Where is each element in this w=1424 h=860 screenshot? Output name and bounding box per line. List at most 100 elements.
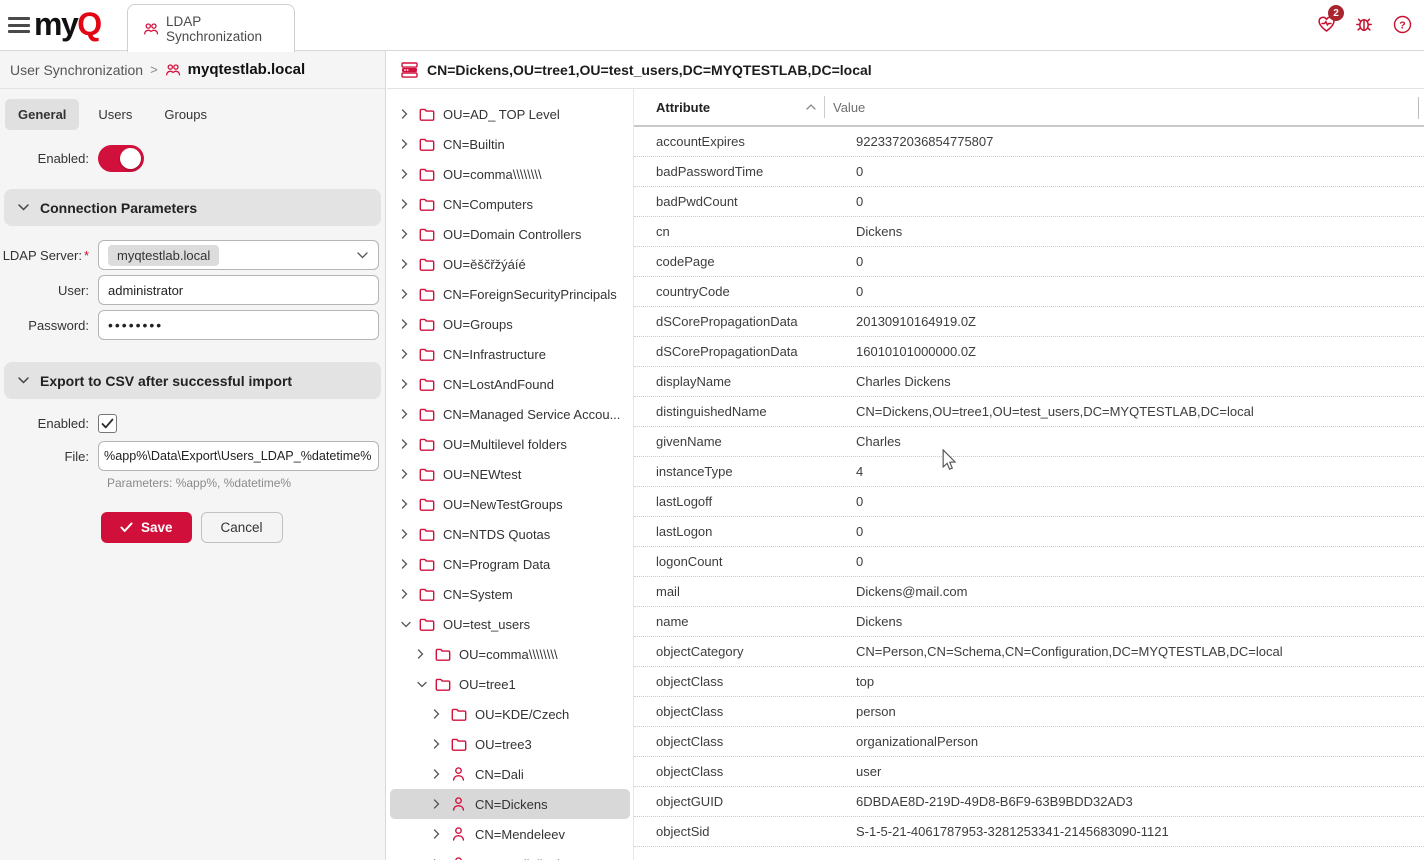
chevron-right-icon[interactable] (401, 499, 412, 509)
save-button[interactable]: Save (101, 512, 192, 543)
folder-icon (419, 167, 436, 182)
tree-node[interactable]: CN=Managed Service Accou... (390, 399, 630, 429)
sort-ascending-icon[interactable] (806, 104, 816, 110)
attribute-row: dSCorePropagationData20130910164919.0Z (634, 307, 1424, 337)
attribute-name-cell: objectGUID (634, 794, 828, 809)
tree-node[interactable]: CN=NTDS Quotas (390, 519, 630, 549)
chevron-down-icon[interactable] (417, 681, 428, 688)
help-icon[interactable]: ? (1390, 12, 1414, 36)
attribute-row: objectClassorganizationalPerson (634, 727, 1424, 757)
column-header-attribute[interactable]: Attribute (634, 100, 806, 115)
tab-ldap-synchronization[interactable]: LDAP Synchronization (127, 4, 295, 52)
health-heart-icon[interactable]: 2 (1314, 12, 1338, 36)
chevron-right-icon[interactable] (401, 319, 412, 329)
attribute-name-cell: distinguishedName (634, 404, 828, 419)
chevron-right-icon[interactable] (401, 409, 412, 419)
attribute-row: logonCount0 (634, 547, 1424, 577)
tree-node-label: OU=tree1 (459, 677, 516, 692)
chevron-right-icon[interactable] (401, 379, 412, 389)
tree-node[interactable]: CN=Modigliani (390, 849, 630, 860)
attribute-table: Attribute Value accountExpires9223372036… (633, 89, 1424, 860)
section-export-csv[interactable]: Export to CSV after successful import (4, 362, 381, 399)
chevron-right-icon[interactable] (417, 649, 428, 659)
hamburger-menu-icon[interactable] (8, 17, 30, 33)
chevron-down-icon[interactable] (401, 621, 412, 628)
tree-node[interactable]: OU=Groups (390, 309, 630, 339)
chevron-right-icon[interactable] (401, 199, 412, 209)
password-label: Password: (0, 318, 98, 333)
tree-node[interactable]: OU=ěščřžýáíé (390, 249, 630, 279)
chevron-right-icon[interactable] (401, 229, 412, 239)
file-input[interactable]: %app%\Data\Export\Users_LDAP_%datetime% (98, 441, 379, 471)
tree-node[interactable]: OU=NewTestGroups (390, 489, 630, 519)
chevron-right-icon[interactable] (401, 529, 412, 539)
chevron-right-icon[interactable] (401, 559, 412, 569)
attribute-value-cell: person (828, 704, 1424, 719)
tree-node[interactable]: OU=Domain Controllers (390, 219, 630, 249)
attribute-name-cell: logonCount (634, 554, 828, 569)
chevron-right-icon[interactable] (401, 349, 412, 359)
attribute-name-cell: badPasswordTime (634, 164, 828, 179)
tree-node[interactable]: OU=comma\\\\\\\\ (390, 639, 630, 669)
folder-icon (419, 137, 436, 152)
tab-groups[interactable]: Groups (151, 99, 220, 130)
tree-node[interactable]: CN=ForeignSecurityPrincipals (390, 279, 630, 309)
attribute-value-cell: 0 (828, 164, 1424, 179)
chevron-down-icon (357, 252, 368, 259)
tree-node[interactable]: CN=Dickens (390, 789, 630, 819)
tree-node[interactable]: OU=tree1 (390, 669, 630, 699)
password-input[interactable]: •••••••• (98, 310, 379, 340)
chevron-right-icon[interactable] (401, 589, 412, 599)
cancel-button[interactable]: Cancel (201, 512, 283, 543)
chevron-right-icon[interactable] (401, 259, 412, 269)
notification-badge: 2 (1328, 5, 1344, 21)
file-parameters-hint: Parameters: %app%, %datetime% (107, 476, 385, 490)
enabled-toggle[interactable] (98, 145, 144, 172)
tree-node[interactable]: CN=Builtin (390, 129, 630, 159)
column-divider (1418, 97, 1419, 119)
chevron-right-icon[interactable] (433, 739, 444, 749)
chevron-right-icon[interactable] (401, 109, 412, 119)
myq-logo: myQ (34, 6, 101, 43)
tree-node[interactable]: OU=NEWtest (390, 459, 630, 489)
tab-general[interactable]: General (5, 99, 79, 130)
chevron-right-icon[interactable] (433, 799, 444, 809)
attribute-row: dSCorePropagationData16010101000000.0Z (634, 337, 1424, 367)
tree-node[interactable]: OU=tree3 (390, 729, 630, 759)
tree-node[interactable]: CN=Dali (390, 759, 630, 789)
export-enabled-checkbox[interactable] (98, 414, 117, 433)
attribute-row: instanceType4 (634, 457, 1424, 487)
tree-node[interactable]: OU=comma\\\\\\\\ (390, 159, 630, 189)
chevron-right-icon[interactable] (401, 439, 412, 449)
chevron-right-icon[interactable] (401, 469, 412, 479)
tree-node[interactable]: CN=System (390, 579, 630, 609)
tree-node-label: CN=Managed Service Accou... (443, 407, 620, 422)
tree-node[interactable]: CN=Infrastructure (390, 339, 630, 369)
breadcrumb-parent-link[interactable]: User Synchronization (10, 62, 143, 78)
attribute-name-cell: objectClass (634, 734, 828, 749)
tree-node-label: OU=Multilevel folders (443, 437, 567, 452)
tree-node[interactable]: CN=Computers (390, 189, 630, 219)
tab-users[interactable]: Users (85, 99, 145, 130)
chevron-right-icon[interactable] (401, 139, 412, 149)
chevron-right-icon[interactable] (433, 709, 444, 719)
tree-node[interactable]: OU=Multilevel folders (390, 429, 630, 459)
ldap-server-select[interactable]: myqtestlab.local (98, 240, 379, 270)
attribute-row: cnDickens (634, 217, 1424, 247)
user-input[interactable]: administrator (98, 275, 379, 305)
tree-node[interactable]: CN=Program Data (390, 549, 630, 579)
chevron-right-icon[interactable] (401, 289, 412, 299)
chevron-right-icon[interactable] (433, 829, 444, 839)
tree-node[interactable]: OU=test_users (390, 609, 630, 639)
tree-node[interactable]: OU=KDE/Czech (390, 699, 630, 729)
tree-node[interactable]: OU=AD_ TOP Level (390, 99, 630, 129)
attribute-value-cell: top (828, 674, 1424, 689)
tree-node[interactable]: CN=LostAndFound (390, 369, 630, 399)
column-header-value[interactable]: Value (825, 100, 1424, 115)
bug-report-icon[interactable] (1352, 12, 1376, 36)
attribute-name-cell: dSCorePropagationData (634, 344, 828, 359)
tree-node[interactable]: CN=Mendeleev (390, 819, 630, 849)
section-connection-parameters[interactable]: Connection Parameters (4, 189, 381, 226)
chevron-right-icon[interactable] (401, 169, 412, 179)
chevron-right-icon[interactable] (433, 769, 444, 779)
